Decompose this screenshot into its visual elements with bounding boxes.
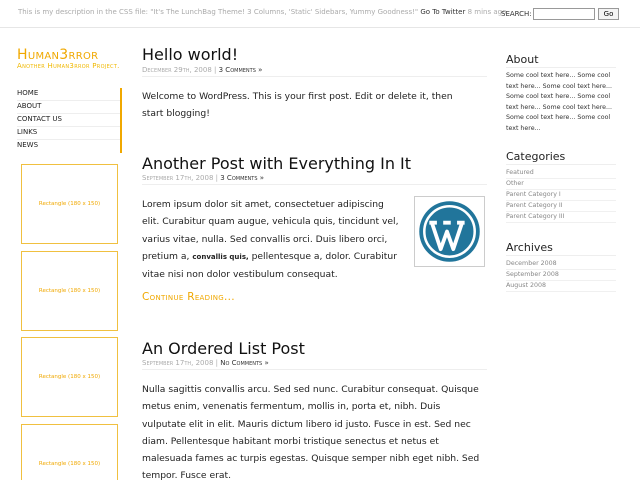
categories-heading: Categories	[506, 150, 616, 165]
categories-list: Featured Other Parent Category I Parent …	[506, 168, 616, 223]
post-title[interactable]: An Ordered List Post	[142, 339, 305, 358]
site-tagline: This is my description in the CSS file: …	[18, 8, 506, 16]
meta-separator: |	[215, 359, 219, 367]
category-link[interactable]: Other	[506, 179, 616, 190]
post-body: Lorem ipsum dolor sit amet, consectetuer…	[142, 196, 404, 283]
meta-separator: |	[215, 174, 219, 182]
category-link[interactable]: Parent Category II	[506, 201, 616, 212]
nav-item-links[interactable]: LINKS	[17, 127, 120, 140]
search-go-button[interactable]: Go	[598, 8, 619, 20]
nav-item-news[interactable]: NEWS	[17, 140, 120, 153]
description-text: This is my description in the CSS file: …	[18, 8, 419, 16]
archive-link[interactable]: August 2008	[506, 281, 616, 292]
post-body-bold: convallis quis,	[192, 252, 249, 261]
post-title[interactable]: Another Post with Everything In It	[142, 154, 411, 173]
nav-item-home[interactable]: HOME	[17, 88, 120, 101]
site-description: Another Human3rror Project.	[17, 62, 120, 70]
wordpress-logo-icon	[414, 196, 485, 267]
nav-item-about[interactable]: ABOUT	[17, 101, 120, 114]
category-link[interactable]: Featured	[506, 168, 616, 179]
archive-link[interactable]: September 2008	[506, 270, 616, 281]
comments-link[interactable]: 3 Comments »	[219, 66, 263, 74]
post-date: December 29th, 2008	[142, 66, 212, 74]
post-body: Nulla sagittis convallis arcu. Sed sed n…	[142, 384, 480, 480]
post-date: September 17th, 2008	[142, 359, 214, 367]
post-meta: December 29th, 2008 | 3 Comments »	[142, 66, 487, 77]
category-link[interactable]: Parent Category I	[506, 190, 616, 201]
ad-label: Rectangle (180 x 150)	[38, 201, 101, 207]
comments-link[interactable]: No Comments »	[220, 359, 268, 367]
ad-label: Rectangle (180 x 150)	[38, 461, 101, 467]
wordpress-logo-svg	[419, 201, 480, 262]
post-date: September 17th, 2008	[142, 174, 214, 182]
comments-link[interactable]: 3 Comments »	[220, 174, 264, 182]
ad-rectangle[interactable]: Rectangle (180 x 150)	[21, 251, 118, 331]
post-body: Welcome to WordPress. This is your first…	[142, 91, 453, 120]
continue-reading-link[interactable]: Continue Reading...	[142, 291, 235, 303]
ad-rectangle[interactable]: Rectangle (180 x 150)	[21, 337, 118, 417]
category-link[interactable]: Parent Category III	[506, 212, 616, 223]
ad-label: Rectangle (180 x 150)	[38, 288, 101, 294]
post-meta: September 17th, 2008 | 3 Comments »	[142, 174, 487, 185]
about-text: Some cool text here... Some cool text he…	[506, 72, 613, 132]
top-bar: This is my description in the CSS file: …	[0, 0, 640, 28]
archives-list: December 2008 September 2008 August 2008	[506, 259, 616, 292]
post-meta: September 17th, 2008 | No Comments »	[142, 359, 487, 370]
post-title[interactable]: Hello world!	[142, 45, 238, 64]
ad-label: Rectangle (180 x 150)	[38, 374, 101, 380]
nav-item-contact[interactable]: CONTACT US	[17, 114, 120, 127]
about-heading: About	[506, 53, 616, 68]
ad-rectangle[interactable]: Rectangle (180 x 150)	[21, 164, 118, 244]
meta-separator: |	[214, 66, 217, 74]
twitter-link[interactable]: Go To Twitter	[420, 8, 465, 16]
search-input[interactable]	[533, 8, 595, 20]
search-label: SEARCH:	[501, 10, 532, 18]
site-title[interactable]: Human3rror	[17, 47, 98, 63]
archives-heading: Archives	[506, 241, 616, 256]
ad-rectangle[interactable]: Rectangle (180 x 150)	[21, 424, 118, 480]
archive-link[interactable]: December 2008	[506, 259, 616, 270]
main-nav: HOME ABOUT CONTACT US LINKS NEWS	[17, 88, 122, 153]
